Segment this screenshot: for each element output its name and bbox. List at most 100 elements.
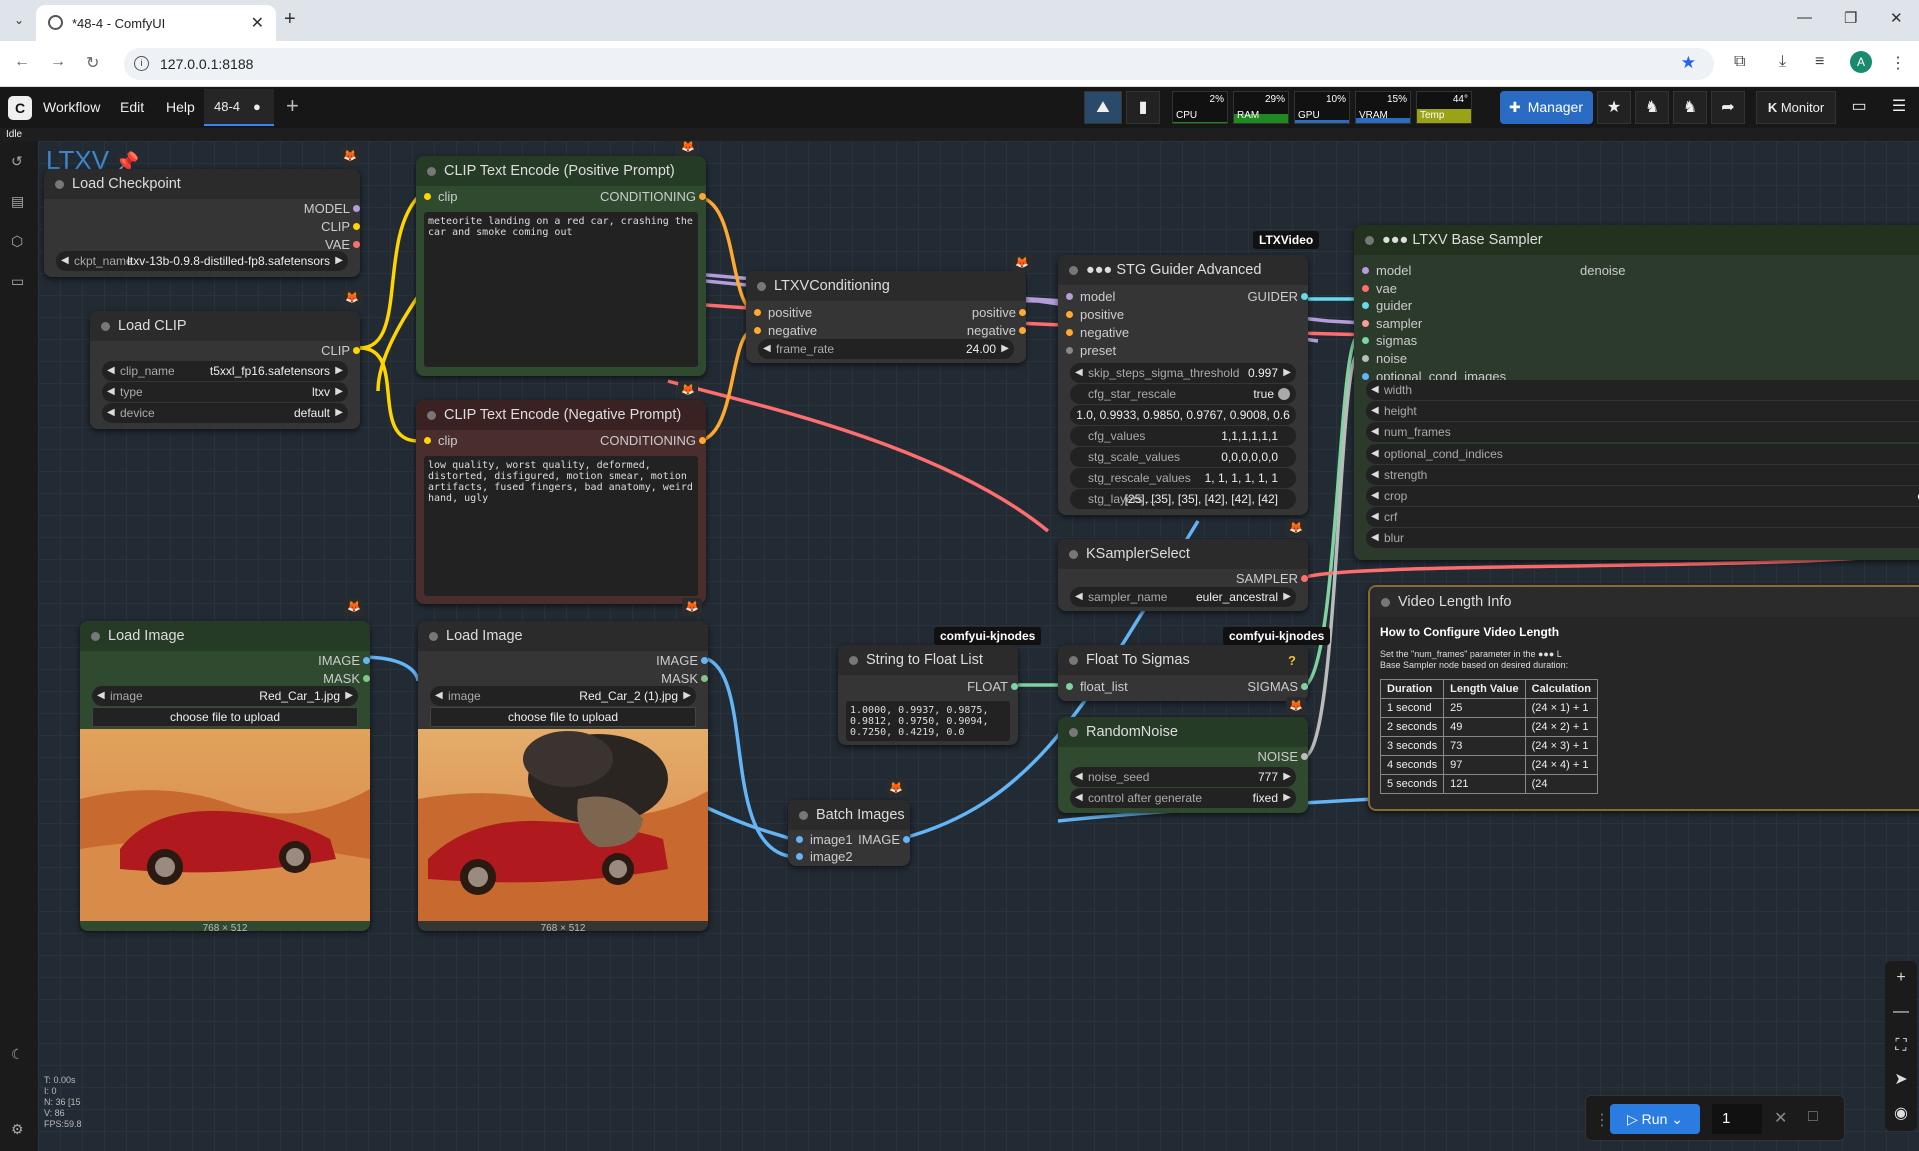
restore-icon[interactable]: ❐ — [1844, 9, 1857, 27]
input-sampler[interactable]: sampler — [1361, 316, 1422, 331]
history-icon[interactable]: ↺ — [11, 153, 27, 169]
model-icon-b[interactable]: ♞ — [1673, 91, 1707, 124]
run-button[interactable]: ▷ Run ⌄ — [1610, 1104, 1700, 1134]
model-library-icon[interactable]: ⬡ — [11, 233, 27, 249]
menu-edit[interactable]: Edit — [120, 99, 144, 115]
browser-tab[interactable]: *48-4 - ComfyUI ✕ — [36, 5, 276, 41]
back-icon[interactable]: ← — [14, 53, 30, 71]
node-title[interactable]: RandomNoise — [1058, 717, 1308, 747]
prompt-textarea[interactable]: meteorite landing on a red car, crashing… — [424, 212, 698, 367]
window-close-icon[interactable]: ✕ — [1890, 9, 1903, 27]
widget-width[interactable]: width — [1366, 380, 1919, 400]
input-model[interactable]: model — [1361, 263, 1411, 278]
reload-icon[interactable]: ↻ — [86, 53, 99, 73]
input-positive[interactable]: positive — [753, 305, 812, 320]
node-video-length-info[interactable]: Video Length Info How to Configure Video… — [1368, 585, 1919, 811]
node-string-to-float[interactable]: String to Float List FLOAT 1.0000, 0.993… — [838, 645, 1018, 745]
node-clip-negative[interactable]: CLIP Text Encode (Negative Prompt) clip … — [416, 400, 706, 604]
site-info-icon[interactable]: i — [134, 56, 149, 71]
node-load-image-2[interactable]: Load Image IMAGE MASK image Red_Car_2 (1)… — [418, 621, 708, 931]
widget-blur[interactable]: blur — [1366, 528, 1919, 549]
output-mask[interactable]: MASK — [323, 671, 370, 686]
graph-canvas[interactable]: LTXV 📌 ⊟⊟⊟⊞⊞⊞⊟⊟⊞⊞ Load Checkpoint MODEL … — [38, 141, 1919, 1151]
hamburger-icon[interactable]: ☰ — [1882, 91, 1916, 124]
profile-avatar[interactable]: A — [1850, 51, 1872, 73]
minimize-icon[interactable]: — — [1797, 9, 1812, 26]
cancel-icon[interactable]: ✕ — [1774, 1108, 1787, 1128]
model-icon-a[interactable]: ♞ — [1635, 91, 1669, 124]
menu-help[interactable]: Help — [166, 99, 195, 115]
output-negative[interactable]: negative — [967, 323, 1026, 338]
input-preset[interactable]: preset — [1065, 343, 1116, 358]
node-title[interactable]: String to Float List — [838, 645, 1018, 675]
stop-icon[interactable]: □ — [1808, 1108, 1818, 1126]
widget-stg-rescale[interactable]: stg_rescale_values 1, 1, 1, 1, 1, 1 — [1070, 468, 1296, 488]
output-mask[interactable]: MASK — [661, 671, 708, 686]
settings-gear-icon[interactable]: ⚙ — [11, 1121, 27, 1137]
node-ksampler-select[interactable]: KSamplerSelect SAMPLER sampler_name euler… — [1058, 539, 1308, 611]
input-clip[interactable]: clip — [424, 189, 458, 204]
widget-frame-rate[interactable]: frame_rate 24.00 — [758, 339, 1014, 359]
output-float[interactable]: FLOAT — [967, 679, 1018, 694]
widget-num-frames[interactable]: num_frames — [1366, 422, 1919, 443]
node-load-checkpoint[interactable]: Load Checkpoint MODEL CLIP VAE ckpt_name… — [44, 169, 360, 277]
node-random-noise[interactable]: RandomNoise NOISE noise_seed 777 control … — [1058, 717, 1308, 813]
batch-count-input[interactable]: 1 — [1712, 1104, 1762, 1134]
download-icon[interactable]: ⤓ — [1779, 53, 1786, 71]
node-title[interactable]: LTXVConditioning — [746, 271, 1026, 301]
node-title[interactable]: CLIP Text Encode (Negative Prompt) — [416, 400, 706, 430]
widget-device[interactable]: device default — [102, 403, 348, 423]
widget-height[interactable]: height — [1366, 401, 1919, 422]
upload-button[interactable]: choose file to upload — [92, 707, 358, 727]
widget-stg-scale[interactable]: stg_scale_values 0,0,0,0,0,0 — [1070, 447, 1296, 467]
prompt-textarea[interactable]: low quality, worst quality, deformed, di… — [424, 456, 698, 596]
node-stg-guider[interactable]: ●●● STG Guider Advanced model positive n… — [1058, 255, 1308, 515]
tab-search-chevron-icon[interactable]: ⌄ — [8, 10, 30, 30]
upload-button[interactable]: choose file to upload — [430, 707, 696, 727]
node-title[interactable]: ●●● STG Guider Advanced — [1058, 255, 1308, 285]
output-sigmas[interactable]: SIGMAS — [1247, 679, 1308, 694]
widget-strength[interactable]: strength — [1366, 464, 1919, 485]
widget-cfg-star-toggle[interactable]: cfg_star_rescale true — [1070, 384, 1296, 404]
input-float-list[interactable]: float_list — [1066, 679, 1128, 694]
monitor-button[interactable]: K Monitor — [1756, 91, 1836, 124]
node-float-to-sigmas[interactable]: Float To Sigmas ? float_list SIGMAS — [1058, 645, 1308, 701]
widget-image[interactable]: image Red_Car_1.jpg — [92, 686, 358, 706]
output-conditioning[interactable]: CONDITIONING — [600, 189, 706, 204]
toggle-links-icon[interactable]: ◉ — [1885, 1097, 1917, 1131]
output-clip[interactable]: CLIP — [321, 343, 360, 358]
node-load-clip[interactable]: Load CLIP CLIP clip_name t5xxl_fp16.safet… — [90, 311, 360, 429]
zoom-in-icon[interactable]: + — [1885, 961, 1917, 995]
input-model[interactable]: model — [1065, 289, 1115, 304]
widget-crf[interactable]: crf — [1366, 507, 1919, 528]
panel-toggle-icon[interactable]: ▭ — [1842, 91, 1876, 124]
align-toolbar[interactable]: ⊟⊟⊟⊞⊞⊞⊟⊟⊞⊞ — [660, 141, 920, 142]
share-icon[interactable]: ➦ — [1711, 91, 1745, 124]
crystools-icon[interactable]: ⛰ — [1084, 91, 1122, 124]
input-vae[interactable]: vae — [1362, 281, 1397, 296]
input-image1[interactable]: image1 — [796, 832, 853, 847]
widget-sampler-name[interactable]: sampler_name euler_ancestral — [1070, 587, 1296, 607]
widget-noise-seed[interactable]: noise_seed 777 — [1070, 767, 1296, 787]
new-tab-icon[interactable]: + — [284, 8, 296, 31]
widget-cfg-values[interactable]: cfg_values 1,1,1,1,1,1 — [1070, 426, 1296, 446]
widget-type[interactable]: type ltxv — [102, 382, 348, 402]
input-positive[interactable]: positive — [1065, 307, 1124, 322]
new-workflow-icon[interactable]: + — [286, 93, 299, 119]
url-input[interactable]: i 127.0.0.1:8188 ★ — [124, 48, 1714, 80]
browser-menu-icon[interactable]: ⋮ — [1890, 53, 1906, 73]
node-title[interactable]: ●●● LTXV Base Sampler — [1354, 225, 1919, 255]
node-clip-positive[interactable]: CLIP Text Encode (Positive Prompt) clip … — [416, 156, 706, 376]
forward-icon[interactable]: → — [50, 53, 66, 71]
widget-stg-layers[interactable]: stg_layers ... [25], [35], [35], [42], [4… — [1070, 489, 1296, 509]
star-icon[interactable]: ★ — [1597, 91, 1631, 124]
node-load-image-1[interactable]: Load Image IMAGE MASK image Red_Car_1.jpg… — [80, 621, 370, 931]
widget-ckpt-name[interactable]: ckpt_nameltxv-13b-0.9.8-distilled-fp8.sa… — [56, 251, 348, 271]
output-image[interactable]: IMAGE — [656, 653, 708, 668]
input-sigmas[interactable]: sigmas — [1361, 333, 1417, 348]
comfy-logo-icon[interactable]: C — [8, 96, 32, 120]
widget-sigmas-string[interactable]: 1.0, 0.9933, 0.9850, 0.9767, 0.9008, 0.6… — [1070, 405, 1296, 442]
media-icon[interactable]: ≡ — [1815, 53, 1824, 71]
manager-button[interactable]: ✚ Manager — [1500, 91, 1593, 124]
input-image2[interactable]: image2 — [796, 849, 853, 864]
